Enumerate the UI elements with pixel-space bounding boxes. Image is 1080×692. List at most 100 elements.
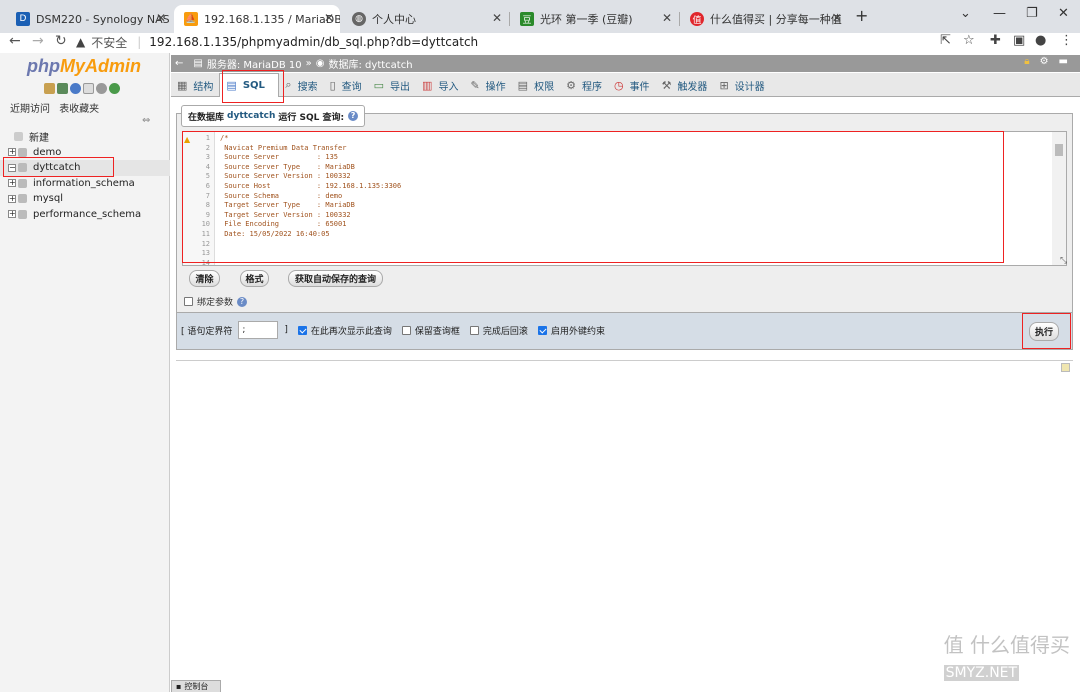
browser-tab-active[interactable]: ⛵ 192.168.1.135 / MariaDB 10 / ✕ xyxy=(174,5,340,33)
extensions-icon[interactable]: ✚ xyxy=(990,33,1001,48)
tab-designer[interactable]: ⊞ 设计器 xyxy=(713,73,770,97)
page-settings-icon[interactable] xyxy=(1061,363,1070,372)
browser-tab[interactable]: D DSM220 - Synology NAS ✕ xyxy=(6,5,172,33)
forward-icon[interactable]: → xyxy=(32,33,44,49)
close-icon[interactable]: ✕ xyxy=(832,11,842,25)
database-icon: ◉ xyxy=(315,58,325,69)
get-autosaved-query-button[interactable]: 获取自动保存的查询 xyxy=(288,270,383,287)
expand-icon[interactable]: + xyxy=(8,148,16,157)
home-icon[interactable] xyxy=(44,83,55,94)
console-tab[interactable]: ▪ 控制台 xyxy=(171,680,221,692)
url-field[interactable]: ▲ 不安全 | 192.168.1.135/phpmyadmin/db_sql.… xyxy=(76,32,926,52)
keep-box-option[interactable]: 保留查询框 xyxy=(401,324,460,337)
tree-item-demo[interactable]: + demo xyxy=(0,145,170,161)
logout-icon[interactable] xyxy=(57,83,68,94)
scrollbar-thumb[interactable] xyxy=(1055,144,1063,156)
expand-icon[interactable]: + xyxy=(8,179,16,188)
tab-triggers[interactable]: ⚒ 触发器 xyxy=(656,73,714,97)
tab-events[interactable]: ◷ 事件 xyxy=(608,73,656,97)
collapse-icon[interactable]: − xyxy=(8,163,16,172)
close-icon[interactable]: ✕ xyxy=(492,11,502,25)
tab-import[interactable]: ▥ 导入 xyxy=(416,73,464,97)
clear-button[interactable]: 清除 xyxy=(189,270,220,287)
resize-handle-icon[interactable]: ⤡ xyxy=(1060,256,1067,266)
url-text[interactable]: 192.168.1.135/phpmyadmin/db_sql.php?db=d… xyxy=(149,35,478,49)
help-icon[interactable]: ? xyxy=(348,111,359,121)
menu-icon[interactable]: ⋮ xyxy=(1060,33,1073,48)
tree-item-dyttcatch[interactable]: − dyttcatch xyxy=(0,160,170,176)
rollback-option[interactable]: 完成后回滚 xyxy=(469,324,528,337)
reload-nav-icon[interactable] xyxy=(109,83,120,94)
share-icon[interactable]: ⇱ xyxy=(940,33,951,48)
docs-icon[interactable] xyxy=(83,83,94,94)
tab-privileges[interactable]: ▤ 权限 xyxy=(512,73,560,97)
tree-item-new[interactable]: 新建 xyxy=(0,129,170,145)
tab-structure[interactable]: ▦ 结构 xyxy=(171,73,219,97)
expand-icon[interactable]: + xyxy=(8,210,16,219)
console-icon: ▪ xyxy=(176,682,182,691)
tab-search[interactable]: ⌕ 搜索 xyxy=(279,73,323,97)
help-icon[interactable]: ? xyxy=(237,296,248,307)
close-icon[interactable]: ✕ xyxy=(324,11,334,25)
close-icon[interactable]: ✕ xyxy=(662,11,672,25)
collapse-arrow-icon[interactable]: ← xyxy=(175,58,183,69)
rollback-checkbox[interactable] xyxy=(469,325,479,335)
new-tab-icon[interactable]: + xyxy=(855,6,868,25)
gear-icon[interactable]: ⚙ xyxy=(1040,56,1049,67)
divider xyxy=(176,360,1073,361)
phpmyadmin-logo[interactable]: phpMyAdmin xyxy=(27,56,141,77)
option-label: 完成后回滚 xyxy=(482,326,528,337)
profile-icon[interactable]: ● xyxy=(1035,33,1046,48)
breadcrumb-database[interactable]: 数据库: dyttcatch xyxy=(329,56,413,71)
minimize-panel-icon[interactable]: ▬ xyxy=(1059,56,1068,67)
help-icon[interactable] xyxy=(70,83,81,94)
tree-item-mysql[interactable]: + mysql xyxy=(0,191,170,207)
foreign-keys-option[interactable]: 启用外键约束 xyxy=(537,324,605,337)
favorites-tab[interactable]: 表收藏夹 xyxy=(59,104,99,115)
delimiter-input[interactable]: ; xyxy=(238,321,279,339)
sql-code[interactable]: /* Navicat Premium Data Transfer Source … xyxy=(220,134,401,240)
tab-operations[interactable]: ✎ 操作 xyxy=(464,73,511,97)
browser-tab[interactable]: 豆 光环 第一季 (豆瓣) ✕ xyxy=(510,5,678,33)
collapse-all-icon[interactable]: ⇔ xyxy=(142,115,150,126)
close-icon[interactable]: ✕ xyxy=(156,11,166,25)
sql-editor[interactable]: 1 2 3 4 5 6 7 8 9 10 11 12 13 14 ▲ /* Navicat Premium… xyxy=(182,131,1067,266)
show-again-option[interactable]: 在此再次显示此查询 xyxy=(297,324,392,337)
legend-suffix: 运行 SQL 查询: xyxy=(278,112,345,123)
legend-db-link[interactable]: dyttcatch xyxy=(227,111,275,121)
watermark: 值 什么值得买 SMYZ.NET xyxy=(943,629,1070,682)
tab-sql[interactable]: ▤ SQL xyxy=(219,73,280,97)
close-window-icon[interactable]: ✕ xyxy=(1058,6,1069,21)
foreign-keys-checkbox[interactable] xyxy=(537,325,547,335)
lock-icon[interactable]: 🔒︎ xyxy=(1024,56,1029,67)
keep-box-checkbox[interactable] xyxy=(401,325,411,335)
format-button[interactable]: 格式 xyxy=(240,270,269,287)
back-icon[interactable]: ← xyxy=(9,33,21,49)
code-line: Target Server Version : 100332 xyxy=(220,210,351,219)
recent-tab[interactable]: 近期访问 xyxy=(10,104,50,115)
reload-icon[interactable]: ↻ xyxy=(55,33,67,49)
browser-tab[interactable]: 值 什么值得买 | 分享每一种值 ✕ xyxy=(680,5,848,33)
star-icon[interactable]: ☆ xyxy=(963,33,975,48)
chevron-down-icon[interactable]: ⌄ xyxy=(960,6,971,21)
bind-params-label: 绑定参数 xyxy=(197,298,234,308)
line-number-gutter: 1 2 3 4 5 6 7 8 9 10 11 12 13 14 xyxy=(183,132,215,265)
editor-scrollbar[interactable] xyxy=(1052,132,1066,265)
tab-routines[interactable]: ⚙ 程序 xyxy=(560,73,608,97)
bind-params-checkbox[interactable] xyxy=(184,297,193,306)
execute-button[interactable]: 执行 xyxy=(1029,322,1059,341)
settings-icon[interactable] xyxy=(96,83,107,94)
tab-query[interactable]: ▯ 查询 xyxy=(324,73,368,97)
tab-title: 个人中心 xyxy=(372,13,416,26)
tree-item-information-schema[interactable]: + information_schema xyxy=(0,176,170,192)
tree-item-label: dyttcatch xyxy=(33,162,81,174)
tree-item-performance-schema[interactable]: + performance_schema xyxy=(0,207,170,223)
breadcrumb-server[interactable]: 服务器: MariaDB 10 xyxy=(207,56,302,71)
sidepanel-icon[interactable]: ▣ xyxy=(1013,33,1025,48)
minimize-icon[interactable]: — xyxy=(993,6,1006,21)
restore-icon[interactable]: ❐ xyxy=(1026,6,1038,21)
tab-export[interactable]: ▭ 导出 xyxy=(368,73,416,97)
browser-tab[interactable]: ◍ 个人中心 ✕ xyxy=(342,5,508,33)
show-again-checkbox[interactable] xyxy=(297,325,307,335)
expand-icon[interactable]: + xyxy=(8,194,16,203)
